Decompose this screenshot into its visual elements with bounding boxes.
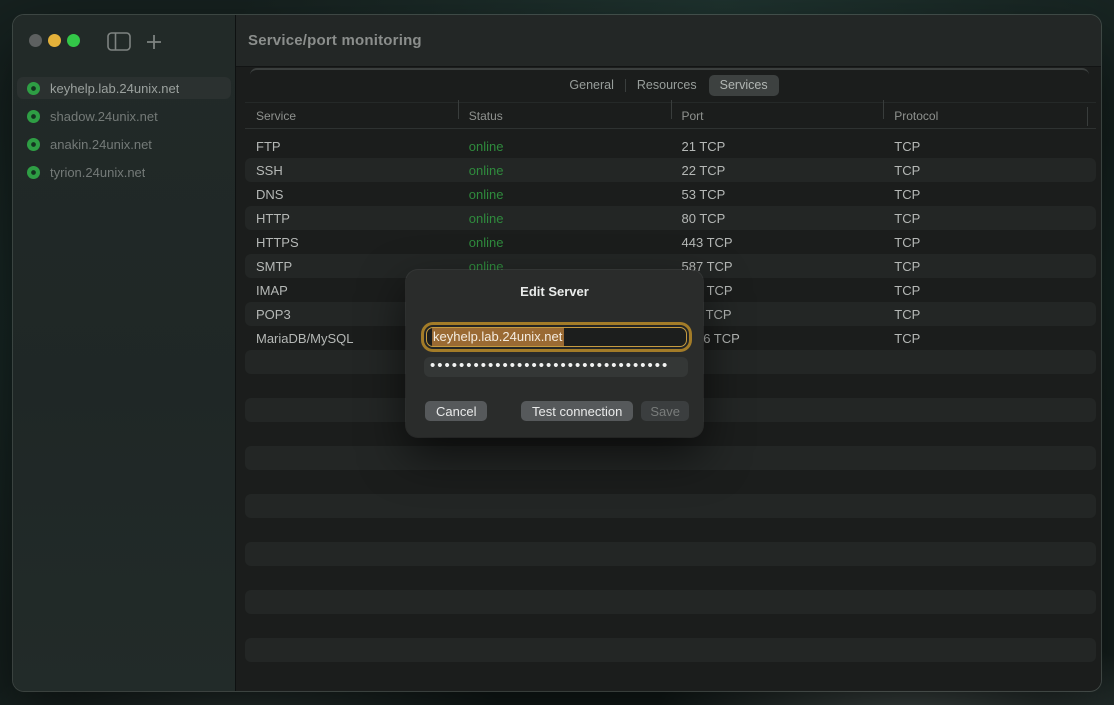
panel-top-edge <box>250 68 1089 75</box>
server-status-icon <box>27 110 40 123</box>
table-cell: 443 TCP <box>671 235 884 250</box>
table-cell: DNS <box>245 187 458 202</box>
column-header-protocol[interactable]: Protocol <box>883 109 1096 123</box>
main-header: Service/port monitoring <box>236 15 1101 67</box>
table-cell: TCP <box>883 187 1096 202</box>
dialog-buttons: Cancel Test connection Save <box>425 401 689 421</box>
host-input-selected-text: keyhelp.lab.24unix.net <box>432 328 564 346</box>
table-cell: 80 TCP <box>671 211 884 226</box>
table-row <box>245 590 1096 614</box>
sidebar: keyhelp.lab.24unix.net shadow.24unix.net a… <box>13 15 236 691</box>
sidebar-server-item[interactable]: shadow.24unix.net <box>17 105 231 127</box>
table-row <box>245 542 1096 566</box>
dialog-title: Edit Server <box>406 284 703 299</box>
table-cell: HTTP <box>245 211 458 226</box>
tab-resources[interactable]: Resources <box>626 75 708 96</box>
tab-general[interactable]: General <box>558 75 624 96</box>
table-row <box>245 446 1096 470</box>
column-header-port[interactable]: Port <box>671 109 884 123</box>
desktop-wallpaper: keyhelp.lab.24unix.net shadow.24unix.net a… <box>0 0 1114 705</box>
table-header: ServiceStatusPortProtocol <box>245 102 1096 129</box>
sidebar-toggle-icon[interactable] <box>107 32 131 54</box>
password-input[interactable]: ••••••••••••••••••••••••••••••••• <box>424 357 688 377</box>
table-row[interactable]: DNSonline53 TCPTCP <box>245 182 1096 206</box>
sidebar-server-item[interactable]: anakin.24unix.net <box>17 133 231 155</box>
server-list: keyhelp.lab.24unix.net shadow.24unix.net a… <box>17 77 231 189</box>
table-row <box>245 470 1096 494</box>
server-label: shadow.24unix.net <box>50 109 158 124</box>
column-header-status[interactable]: Status <box>458 109 671 123</box>
table-cell: TCP <box>883 139 1096 154</box>
table-cell: FTP <box>245 139 458 154</box>
server-status-icon <box>27 138 40 151</box>
table-cell: SSH <box>245 163 458 178</box>
server-label: keyhelp.lab.24unix.net <box>50 81 179 96</box>
tab-bar: GeneralResourcesServices <box>236 75 1101 96</box>
zoom-window-icon[interactable] <box>67 34 80 47</box>
table-cell: TCP <box>883 259 1096 274</box>
table-row[interactable]: HTTPonline80 TCPTCP <box>245 206 1096 230</box>
sidebar-server-item[interactable]: keyhelp.lab.24unix.net <box>17 77 231 99</box>
page-title: Service/port monitoring <box>248 32 422 49</box>
table-cell: HTTPS <box>245 235 458 250</box>
table-row <box>245 614 1096 638</box>
table-cell: TCP <box>883 331 1096 346</box>
table-row <box>245 518 1096 542</box>
table-cell: TCP <box>883 307 1096 322</box>
save-button[interactable]: Save <box>641 401 689 421</box>
server-status-icon <box>27 82 40 95</box>
server-label: tyrion.24unix.net <box>50 165 145 180</box>
minimize-window-icon[interactable] <box>48 34 61 47</box>
table-cell: TCP <box>883 163 1096 178</box>
password-mask: ••••••••••••••••••••••••••••••••• <box>430 357 669 376</box>
table-row[interactable]: FTPonline21 TCPTCP <box>245 134 1096 158</box>
tab-services[interactable]: Services <box>709 75 779 96</box>
table-cell: 53 TCP <box>671 187 884 202</box>
add-server-icon[interactable] <box>145 33 163 54</box>
status-cell: online <box>458 211 671 226</box>
table-row <box>245 494 1096 518</box>
server-status-icon <box>27 166 40 179</box>
status-cell: online <box>458 163 671 178</box>
window-controls <box>29 34 80 47</box>
table-cell: 22 TCP <box>671 163 884 178</box>
table-cell: 587 TCP <box>671 259 884 274</box>
table-cell: TCP <box>883 235 1096 250</box>
table-row <box>245 638 1096 662</box>
status-cell: online <box>458 235 671 250</box>
table-cell: TCP <box>883 283 1096 298</box>
edit-server-dialog: Edit Server keyhelp.lab.24unix.net •••••… <box>406 270 703 437</box>
status-cell: online <box>458 139 671 154</box>
column-header-service[interactable]: Service <box>245 109 458 123</box>
table-cell: 21 TCP <box>671 139 884 154</box>
table-row[interactable]: SSHonline22 TCPTCP <box>245 158 1096 182</box>
table-cell: TCP <box>883 211 1096 226</box>
test-connection-button[interactable]: Test connection <box>521 401 633 421</box>
table-row[interactable]: HTTPSonline443 TCPTCP <box>245 230 1096 254</box>
close-window-icon[interactable] <box>29 34 42 47</box>
server-label: anakin.24unix.net <box>50 137 152 152</box>
cancel-button[interactable]: Cancel <box>425 401 487 421</box>
host-input[interactable]: keyhelp.lab.24unix.net <box>426 327 687 347</box>
table-row <box>245 566 1096 590</box>
sidebar-server-item[interactable]: tyrion.24unix.net <box>17 161 231 183</box>
status-cell: online <box>458 187 671 202</box>
